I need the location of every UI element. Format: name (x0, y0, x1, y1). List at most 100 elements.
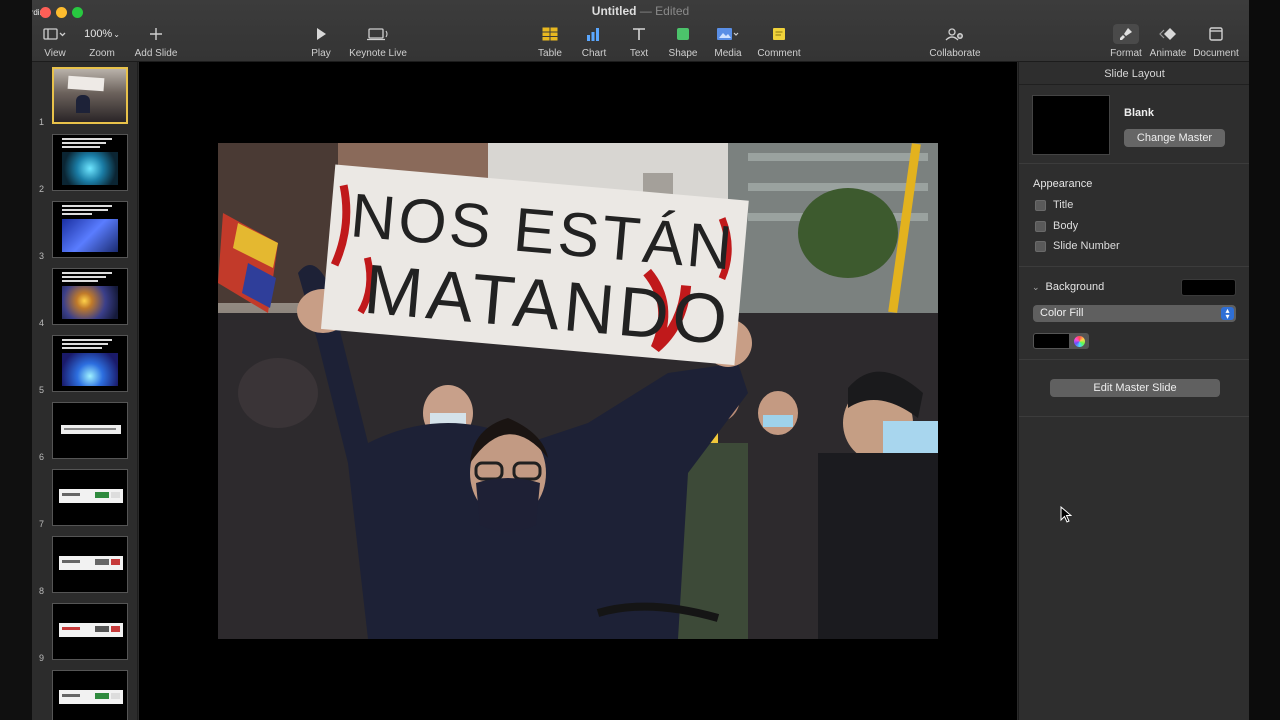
background-section-toggle[interactable]: ⌄ Background (1032, 281, 1104, 293)
slide-number: 7 (39, 519, 45, 529)
table-icon (542, 27, 558, 41)
document-label: Document (1193, 48, 1239, 59)
media-button[interactable]: Media (712, 24, 744, 59)
slide-number: 2 (39, 184, 45, 194)
slide-thumbnail[interactable]: 4 (32, 268, 137, 328)
format-inspector: Slide Layout Blank Change Master Appeara… (1018, 62, 1249, 720)
body-checkbox[interactable]: Body (1035, 220, 1078, 232)
inspector-title: Slide Layout (1104, 68, 1165, 80)
master-name: Blank (1124, 107, 1154, 119)
shape-label: Shape (668, 48, 698, 59)
body-checkbox-label: Body (1053, 220, 1079, 232)
title-separator: — (639, 4, 652, 18)
text-label: Text (629, 48, 649, 59)
keynote-live-label: Keynote Live (349, 48, 407, 59)
divider (1019, 359, 1249, 360)
document-title: Untitled — Edited (32, 4, 1249, 18)
animate-button[interactable]: Animate (1148, 24, 1188, 59)
text-icon (633, 28, 645, 40)
play-button[interactable]: Play (306, 24, 336, 59)
slide-thumbnail[interactable]: 9 (32, 603, 137, 663)
animate-label: Animate (1149, 48, 1187, 59)
slide-number: 6 (39, 452, 45, 462)
play-icon (317, 28, 326, 40)
slide-thumb-image (52, 670, 128, 720)
view-button[interactable]: View (40, 24, 70, 59)
checkbox-icon (1035, 199, 1046, 211)
slide-number: 5 (39, 385, 45, 395)
keynote-live-button[interactable]: Keynote Live (346, 24, 410, 59)
slide-number: 1 (39, 117, 45, 127)
plus-icon (150, 28, 162, 40)
slide-number-checkbox[interactable]: Slide Number (1035, 240, 1120, 252)
format-label: Format (1110, 48, 1142, 59)
background-heading: Background (1045, 281, 1105, 293)
slide-thumbnail[interactable]: 3 (32, 201, 137, 261)
background-color-swatch[interactable] (1181, 279, 1236, 296)
slide-photo[interactable]: NOS ESTÁN MATANDO (218, 143, 938, 639)
slide-thumbnail[interactable]: 1 (32, 67, 137, 127)
paintbrush-icon (1120, 28, 1132, 40)
slide-thumbnail[interactable]: 5 (32, 335, 137, 395)
text-button[interactable]: Text (624, 24, 654, 59)
slide-thumb-image (52, 469, 128, 526)
title-checkbox[interactable]: Title (1035, 199, 1073, 211)
change-master-button[interactable]: Change Master (1124, 129, 1225, 147)
document-button[interactable]: Document (1192, 24, 1240, 59)
title-checkbox-label: Title (1053, 199, 1074, 211)
slide-thumbnail[interactable]: 10 (32, 670, 137, 720)
divider (1019, 163, 1249, 164)
color-wheel-button[interactable] (1070, 333, 1089, 349)
format-button[interactable]: Format (1109, 24, 1143, 59)
slide-thumb-image (52, 134, 128, 191)
zoom-label: Zoom (89, 48, 115, 59)
slide-thumbnail[interactable]: 2 (32, 134, 137, 194)
add-slide-label: Add Slide (134, 48, 178, 59)
protest-photo-image: NOS ESTÁN MATANDO (218, 143, 938, 639)
add-slide-button[interactable]: Add Slide (132, 24, 180, 59)
slide-thumbnail[interactable]: 6 (32, 402, 137, 462)
table-label: Table (538, 48, 562, 59)
slide-thumb-image (52, 67, 128, 124)
appearance-heading: Appearance (1033, 178, 1093, 190)
fill-type-select[interactable]: Color Fill ▴ ▾ (1033, 305, 1236, 322)
checkbox-icon (1035, 240, 1046, 252)
document-status: Edited (655, 4, 690, 18)
shape-button[interactable]: Shape (666, 24, 700, 59)
media-label: Media (714, 48, 742, 59)
table-button[interactable]: Table (534, 24, 566, 59)
comment-icon (773, 28, 785, 40)
slide-thumb-image (52, 201, 128, 258)
keynote-live-icon (367, 28, 388, 41)
slide-canvas[interactable]: NOS ESTÁN MATANDO (139, 62, 1017, 720)
view-label: View (44, 48, 66, 59)
comment-button[interactable]: Comment (754, 24, 804, 59)
edit-master-slide-button[interactable]: Edit Master Slide (1050, 379, 1220, 397)
desktop-right-edge (1249, 0, 1280, 720)
divider (1019, 416, 1249, 417)
view-icon (43, 28, 66, 40)
inspector-divider (1019, 84, 1249, 85)
checkbox-icon (1035, 220, 1046, 232)
keynote-window: Recording Untitled — Edited View 100%⌄ Z… (32, 0, 1249, 720)
play-label: Play (311, 48, 331, 59)
updown-arrows-icon: ▴ ▾ (1221, 307, 1234, 321)
slide-navigator[interactable]: 1 2 3 4 5 6 7 8 9 (32, 62, 138, 720)
slide-number: 3 (39, 251, 45, 261)
document-name: Untitled (591, 4, 637, 18)
slide-thumbnail[interactable]: 7 (32, 469, 137, 529)
fill-color-well[interactable] (1033, 333, 1070, 349)
zoom-button[interactable]: 100% ⌄ Zoom (82, 24, 122, 59)
slide-thumbnail[interactable]: 8 (32, 536, 137, 596)
chart-button[interactable]: Chart (578, 24, 610, 59)
document-icon (1209, 27, 1223, 41)
chart-icon (587, 28, 599, 41)
collaborate-icon (945, 28, 963, 41)
fill-type-value: Color Fill (1040, 307, 1084, 319)
chevron-down-icon: ⌄ (1032, 281, 1040, 292)
color-wheel-icon (1074, 336, 1085, 347)
toolbar: Recording Untitled — Edited View 100%⌄ Z… (32, 0, 1249, 62)
collaborate-button[interactable]: Collaborate (926, 24, 984, 59)
slide-number-checkbox-label: Slide Number (1053, 240, 1120, 252)
master-thumbnail[interactable] (1032, 95, 1110, 155)
